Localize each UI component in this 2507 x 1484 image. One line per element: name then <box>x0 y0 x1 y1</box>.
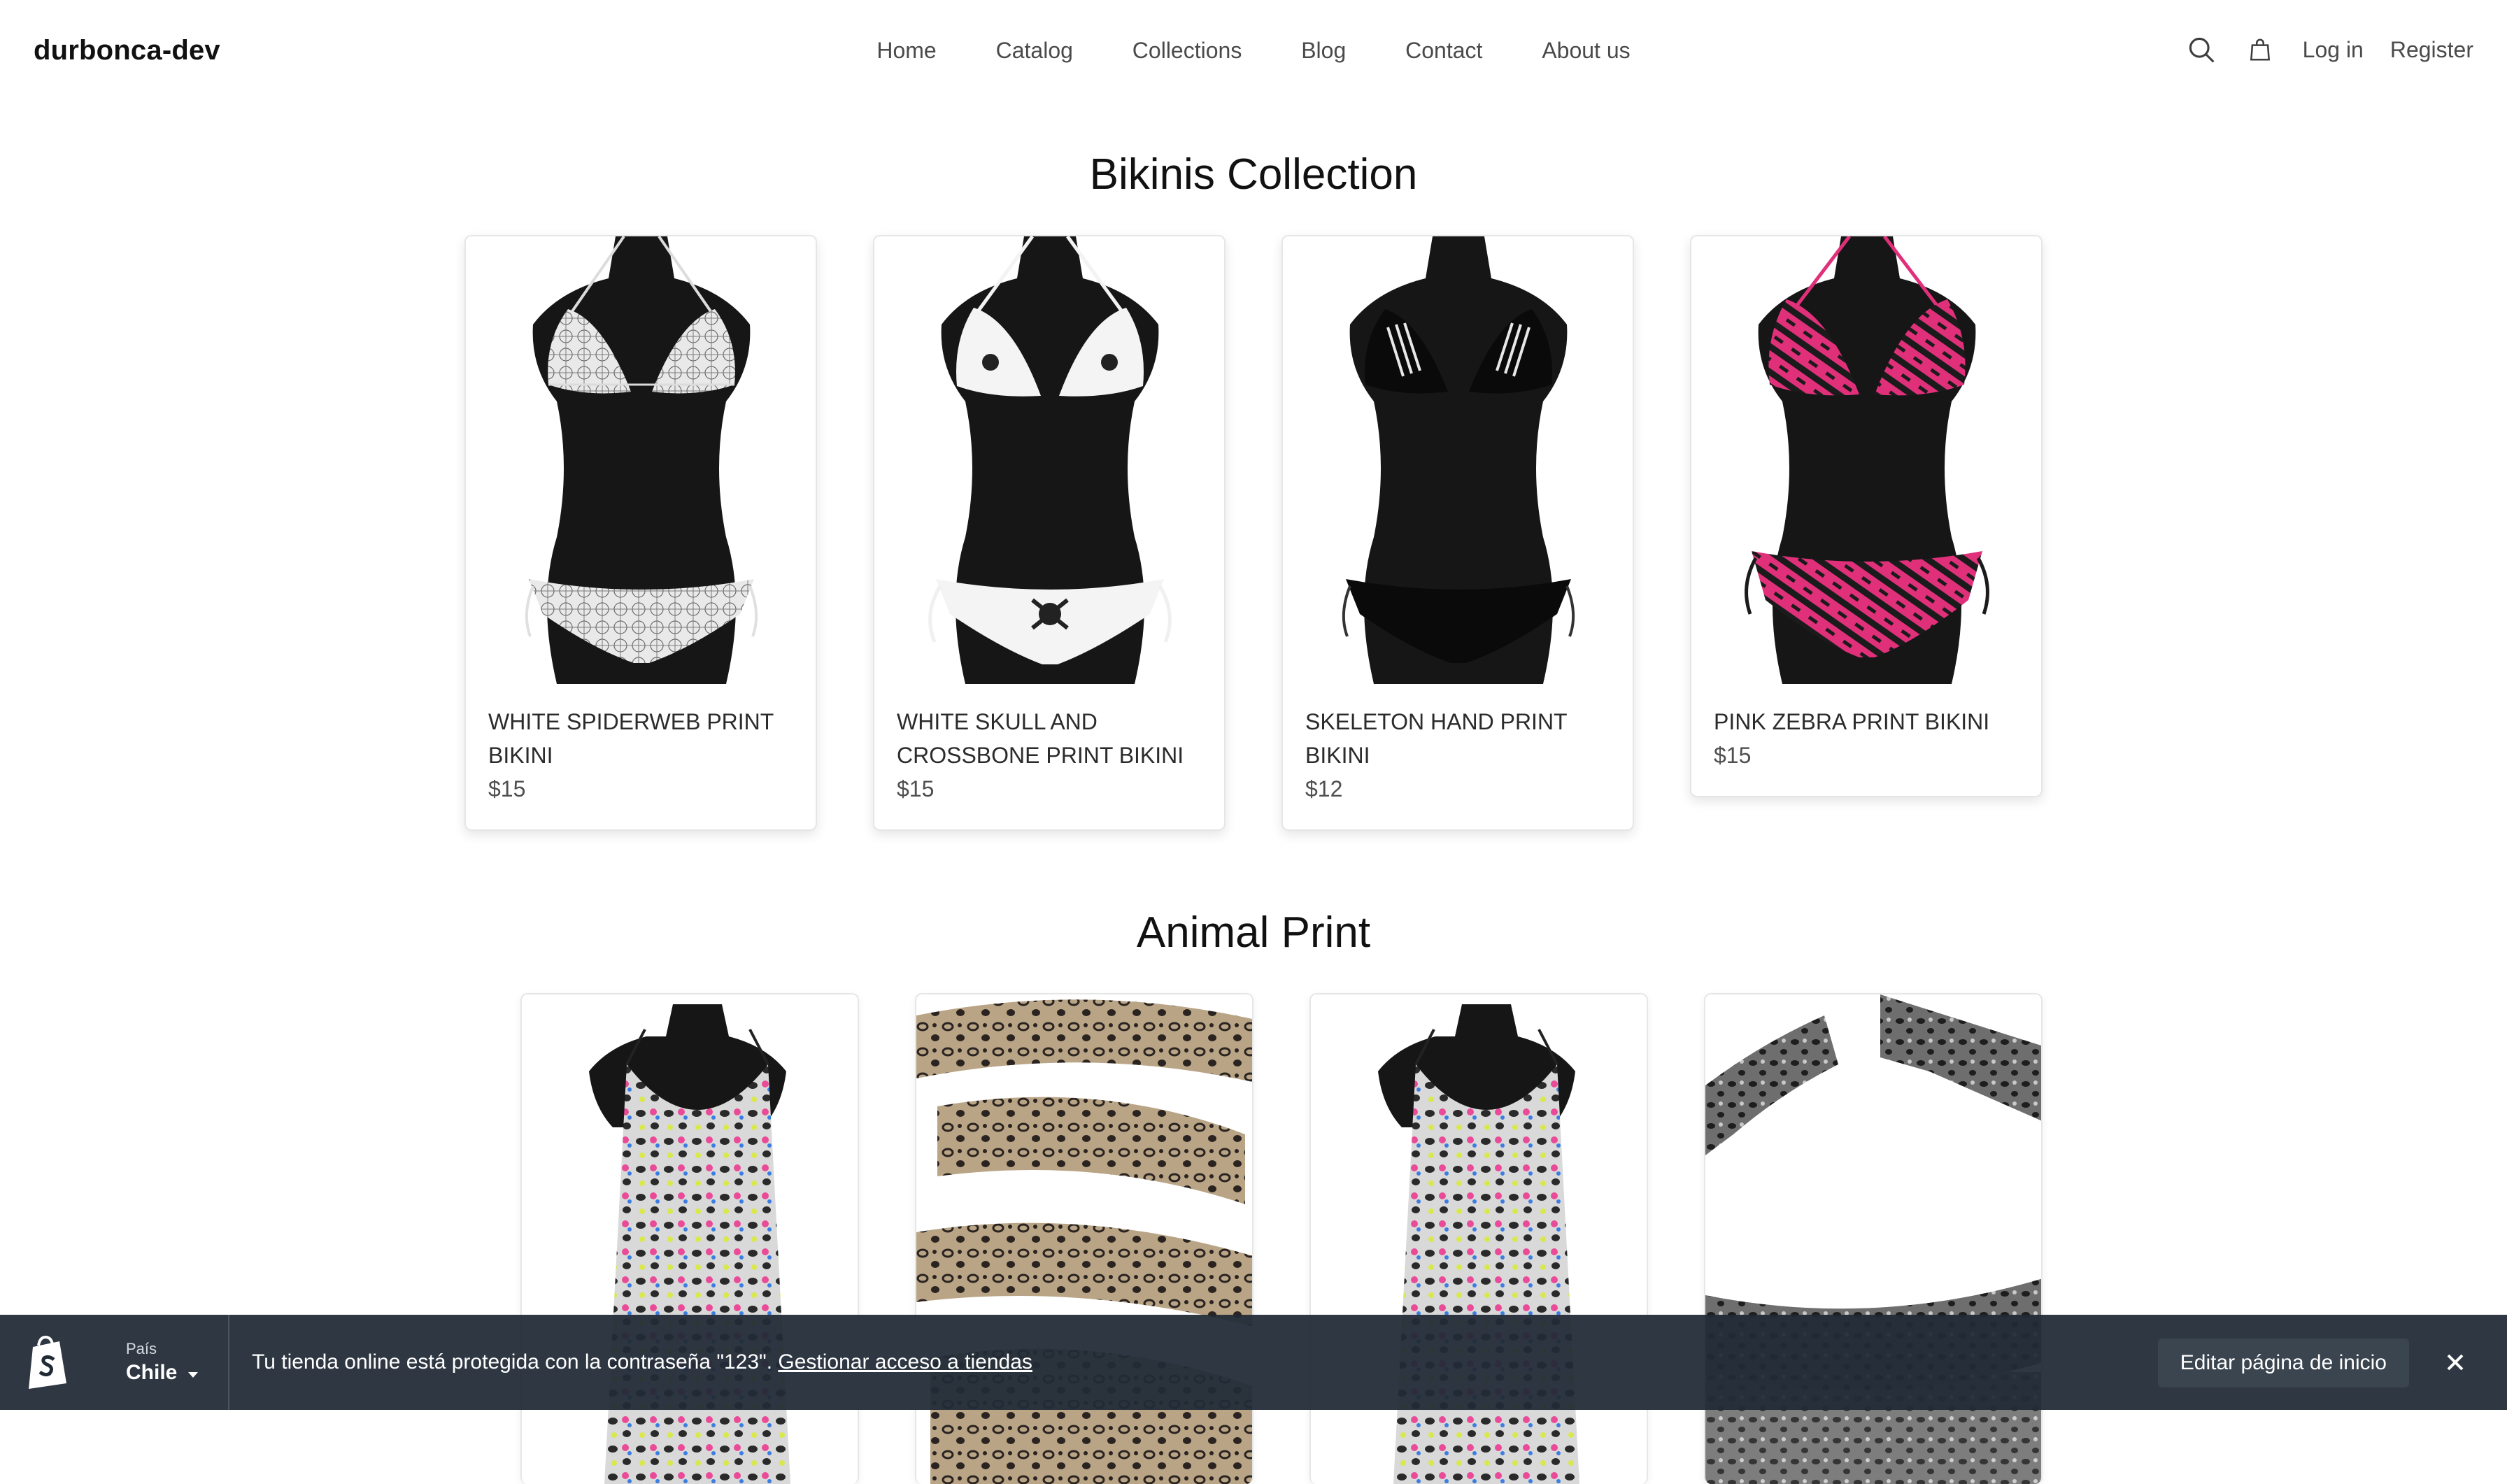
product-grid-animal-print <box>464 993 2043 1484</box>
register-link[interactable]: Register <box>2390 37 2473 63</box>
product-image <box>874 236 1224 684</box>
close-icon[interactable] <box>2441 1348 2469 1376</box>
caret-down-icon <box>187 1361 199 1385</box>
product-card[interactable] <box>1704 993 2043 1484</box>
country-dropdown[interactable]: Chile <box>126 1361 228 1385</box>
product-title[interactable]: WHITE SPIDERWEB PRINT BIKINI <box>488 705 793 772</box>
password-notice: Tu tienda online está protegida con la c… <box>252 1350 1032 1374</box>
nav-home[interactable]: Home <box>876 38 936 64</box>
product-price: $15 <box>488 776 526 801</box>
product-image <box>522 994 858 1484</box>
product-card[interactable] <box>915 993 1254 1484</box>
nav-contact[interactable]: Contact <box>1405 38 1482 64</box>
search-icon[interactable] <box>2185 34 2217 66</box>
product-info: SKELETON HAND PRINT BIKINI $12 <box>1283 684 1633 829</box>
section-title-animal-print: Animal Print <box>1136 908 1371 957</box>
product-card[interactable] <box>1309 993 1648 1484</box>
product-price: $15 <box>1714 743 1752 768</box>
nav-blog[interactable]: Blog <box>1301 38 1346 64</box>
product-info: WHITE SPIDERWEB PRINT BIKINI $15 <box>466 684 816 829</box>
product-image <box>1311 994 1647 1484</box>
product-card[interactable]: WHITE SKULL AND CROSSBONE PRINT BIKINI $… <box>873 235 1226 831</box>
login-link[interactable]: Log in <box>2303 37 2364 63</box>
country-selector[interactable]: País Chile <box>95 1315 229 1410</box>
product-card[interactable]: PINK ZEBRA PRINT BIKINI $15 <box>1690 235 2043 797</box>
product-image <box>1705 994 2041 1484</box>
product-card[interactable] <box>520 993 859 1484</box>
nav-collections[interactable]: Collections <box>1132 38 1242 64</box>
site-header: durbonca-dev Home Catalog Collections Bl… <box>0 0 2507 105</box>
nav-catalog[interactable]: Catalog <box>996 38 1073 64</box>
product-price: $15 <box>897 776 935 801</box>
edit-home-page-button[interactable]: Editar página de inicio <box>2157 1339 2409 1387</box>
section-title-bikinis: Bikinis Collection <box>1089 150 1418 199</box>
main-nav: Home Catalog Collections Blog Contact Ab… <box>0 38 2507 64</box>
header-actions: Log in Register <box>2185 34 2473 66</box>
product-info: PINK ZEBRA PRINT BIKINI $15 <box>1691 684 2041 796</box>
shopping-bag-icon[interactable] <box>2244 34 2276 66</box>
country-value: Chile <box>126 1361 178 1384</box>
product-image <box>1283 236 1633 684</box>
product-price: $12 <box>1305 776 1343 801</box>
shopify-logo-icon <box>0 1315 95 1410</box>
product-card[interactable]: SKELETON HAND PRINT BIKINI $12 <box>1281 235 1634 831</box>
product-card[interactable]: WHITE SPIDERWEB PRINT BIKINI $15 <box>464 235 817 831</box>
product-info: WHITE SKULL AND CROSSBONE PRINT BIKINI $… <box>874 684 1224 829</box>
product-image <box>916 994 1252 1484</box>
product-grid-bikinis: WHITE SPIDERWEB PRINT BIKINI $15 WHITE S… <box>464 235 2043 831</box>
nav-about-us[interactable]: About us <box>1542 38 1630 64</box>
product-title[interactable]: SKELETON HAND PRINT BIKINI <box>1305 705 1610 772</box>
product-title[interactable]: WHITE SKULL AND CROSSBONE PRINT BIKINI <box>897 705 1202 772</box>
store-preview-bar: País Chile Tu tienda online está protegi… <box>0 1315 2507 1410</box>
manage-store-access-link[interactable]: Gestionar acceso a tiendas <box>778 1350 1032 1374</box>
product-image <box>466 236 816 684</box>
product-title[interactable]: PINK ZEBRA PRINT BIKINI <box>1714 705 2019 739</box>
notice-text: Tu tienda online está protegida con la c… <box>252 1350 773 1374</box>
product-image <box>1691 236 2041 684</box>
country-label: País <box>126 1340 157 1357</box>
